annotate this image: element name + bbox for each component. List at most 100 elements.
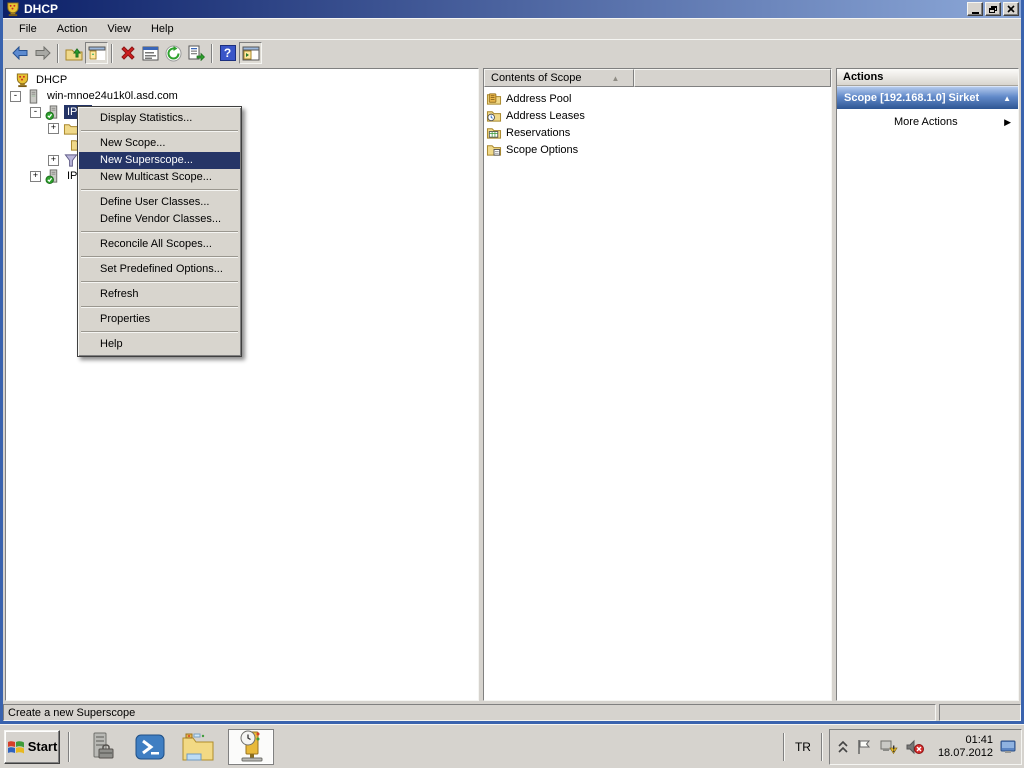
- actions-pane-body: More Actions ▶: [837, 109, 1018, 700]
- menu-action[interactable]: Action: [47, 20, 98, 38]
- help-button[interactable]: ?: [216, 42, 239, 64]
- collapse-group-icon[interactable]: ▲: [1003, 94, 1011, 103]
- tray-clock[interactable]: 01:41 18.07.2012: [938, 734, 993, 760]
- taskbar-separator: [68, 732, 70, 762]
- menu-item-new-superscope[interactable]: New Superscope...: [79, 152, 240, 169]
- address-leases-icon: [486, 108, 502, 123]
- refresh-button[interactable]: [162, 42, 185, 64]
- forward-icon: [34, 46, 52, 60]
- title-bar[interactable]: DHCP: [3, 0, 1021, 18]
- more-actions-label: More Actions: [894, 116, 1004, 128]
- server-manager-taskbar-icon[interactable]: [84, 729, 120, 765]
- tray-separator: [783, 733, 785, 761]
- menu-file[interactable]: File: [9, 20, 47, 38]
- menu-item-new-scope[interactable]: New Scope...: [79, 135, 240, 152]
- language-indicator[interactable]: TR: [791, 740, 815, 754]
- menu-item-refresh[interactable]: Refresh: [79, 286, 240, 303]
- submenu-arrow-icon: ▶: [1004, 117, 1011, 128]
- menu-item-define-user-classes[interactable]: Define User Classes...: [79, 194, 240, 211]
- show-hidden-icons-button[interactable]: [838, 740, 848, 754]
- menu-item-new-multicast-scope[interactable]: New Multicast Scope...: [79, 169, 240, 186]
- windows-logo-icon: [7, 739, 25, 755]
- status-aux-cell: [939, 704, 1021, 721]
- sort-ascending-icon: ▲: [612, 74, 620, 83]
- restore-button[interactable]: [985, 2, 1001, 16]
- actions-pane: Actions Scope [192.168.1.0] Sirket ▲ Mor…: [836, 68, 1019, 701]
- delete-icon: [120, 45, 136, 61]
- dhcp-taskbar-button[interactable]: [228, 729, 274, 765]
- column-header-blank[interactable]: [634, 69, 831, 87]
- close-icon: [1007, 5, 1015, 13]
- delete-button[interactable]: [116, 42, 139, 64]
- tree-node-server[interactable]: - win-mnoe24u1k0l.asd.com: [6, 88, 478, 104]
- chevron-up-icon: [838, 740, 848, 754]
- list-item-address-leases[interactable]: Address Leases: [484, 107, 831, 124]
- network-tray-icon[interactable]: [880, 739, 898, 755]
- scope-actions-group-header[interactable]: Scope [192.168.1.0] Sirket ▲: [837, 86, 1018, 109]
- explorer-taskbar-icon[interactable]: [180, 729, 216, 765]
- properties-button[interactable]: [139, 42, 162, 64]
- list-item-reservations[interactable]: Reservations: [484, 124, 831, 141]
- status-text: Create a new Superscope: [8, 707, 135, 719]
- up-one-level-icon: [65, 45, 83, 61]
- powershell-icon: [134, 731, 166, 763]
- action-center-tray-icon[interactable]: [856, 739, 872, 755]
- collapse-toggle-icon[interactable]: -: [10, 91, 21, 102]
- dhcp-task-icon: [234, 730, 268, 764]
- menu-item-display-statistics[interactable]: Display Statistics...: [79, 110, 240, 127]
- taskbar: Start TR 01:41: [0, 724, 1024, 768]
- up-one-level-button[interactable]: [62, 42, 85, 64]
- restore-icon: [989, 6, 997, 13]
- minimize-button[interactable]: [967, 2, 983, 16]
- list-header-row: Contents of Scope ▲: [484, 69, 831, 87]
- menu-bar: File Action View Help: [3, 18, 1021, 39]
- collapse-toggle-icon[interactable]: -: [30, 107, 41, 118]
- menu-item-help[interactable]: Help: [79, 336, 240, 353]
- show-desktop-icon: [1000, 740, 1016, 754]
- menu-item-reconcile-all-scopes[interactable]: Reconcile All Scopes...: [79, 236, 240, 253]
- menu-view[interactable]: View: [97, 20, 141, 38]
- menu-help[interactable]: Help: [141, 20, 184, 38]
- help-icon: ?: [220, 45, 236, 61]
- volume-tray-icon[interactable]: [906, 739, 924, 755]
- system-tray: TR 01:41 18.07.2012: [777, 725, 1024, 768]
- tree-label-server[interactable]: win-mnoe24u1k0l.asd.com: [44, 89, 181, 103]
- start-button[interactable]: Start: [4, 730, 60, 764]
- menu-item-define-vendor-classes[interactable]: Define Vendor Classes...: [79, 211, 240, 228]
- export-list-button[interactable]: [185, 42, 208, 64]
- tray-separator: [821, 733, 823, 761]
- more-actions-item[interactable]: More Actions ▶: [837, 116, 1018, 128]
- list-item-label: Address Pool: [506, 93, 571, 105]
- list-item-scope-options[interactable]: Scope Options: [484, 141, 831, 158]
- results-pane: Contents of Scope ▲ Address Pool Address…: [483, 68, 832, 701]
- toolbar-separator: [57, 44, 59, 63]
- list-item-address-pool[interactable]: Address Pool: [484, 90, 831, 107]
- dhcp-app-icon: [5, 2, 20, 17]
- menu-item-properties[interactable]: Properties: [79, 311, 240, 328]
- back-button[interactable]: [8, 42, 31, 64]
- desktop: { "win": { "title": "DHCP", "menu": { "f…: [0, 0, 1024, 768]
- show-desktop-button[interactable]: [999, 732, 1017, 762]
- expand-toggle-icon[interactable]: +: [48, 155, 59, 166]
- action-pane-toggle-button[interactable]: [239, 42, 262, 64]
- expand-toggle-icon[interactable]: +: [48, 123, 59, 134]
- scope-options-icon: [486, 142, 502, 157]
- actions-title-label: Actions: [843, 71, 883, 83]
- refresh-icon: [165, 45, 182, 62]
- list-body: Address Pool Address Leases Reservations…: [484, 87, 831, 700]
- close-button[interactable]: [1003, 2, 1019, 16]
- expand-toggle-icon[interactable]: +: [30, 171, 41, 182]
- reservations-icon: [486, 125, 502, 140]
- clock-date: 18.07.2012: [938, 747, 993, 760]
- forward-button[interactable]: [31, 42, 54, 64]
- column-header-label: Contents of Scope: [491, 72, 582, 84]
- tree-node-dhcp-root[interactable]: DHCP: [6, 72, 478, 88]
- tree-label-dhcp[interactable]: DHCP: [33, 73, 70, 87]
- console-tree-toggle-button[interactable]: [85, 42, 108, 64]
- ipv6-server-icon: [45, 169, 61, 184]
- column-header-contents[interactable]: Contents of Scope ▲: [484, 69, 634, 87]
- menu-separator: [81, 130, 238, 132]
- menu-separator: [81, 189, 238, 191]
- menu-item-set-predefined-options[interactable]: Set Predefined Options...: [79, 261, 240, 278]
- powershell-taskbar-icon[interactable]: [132, 729, 168, 765]
